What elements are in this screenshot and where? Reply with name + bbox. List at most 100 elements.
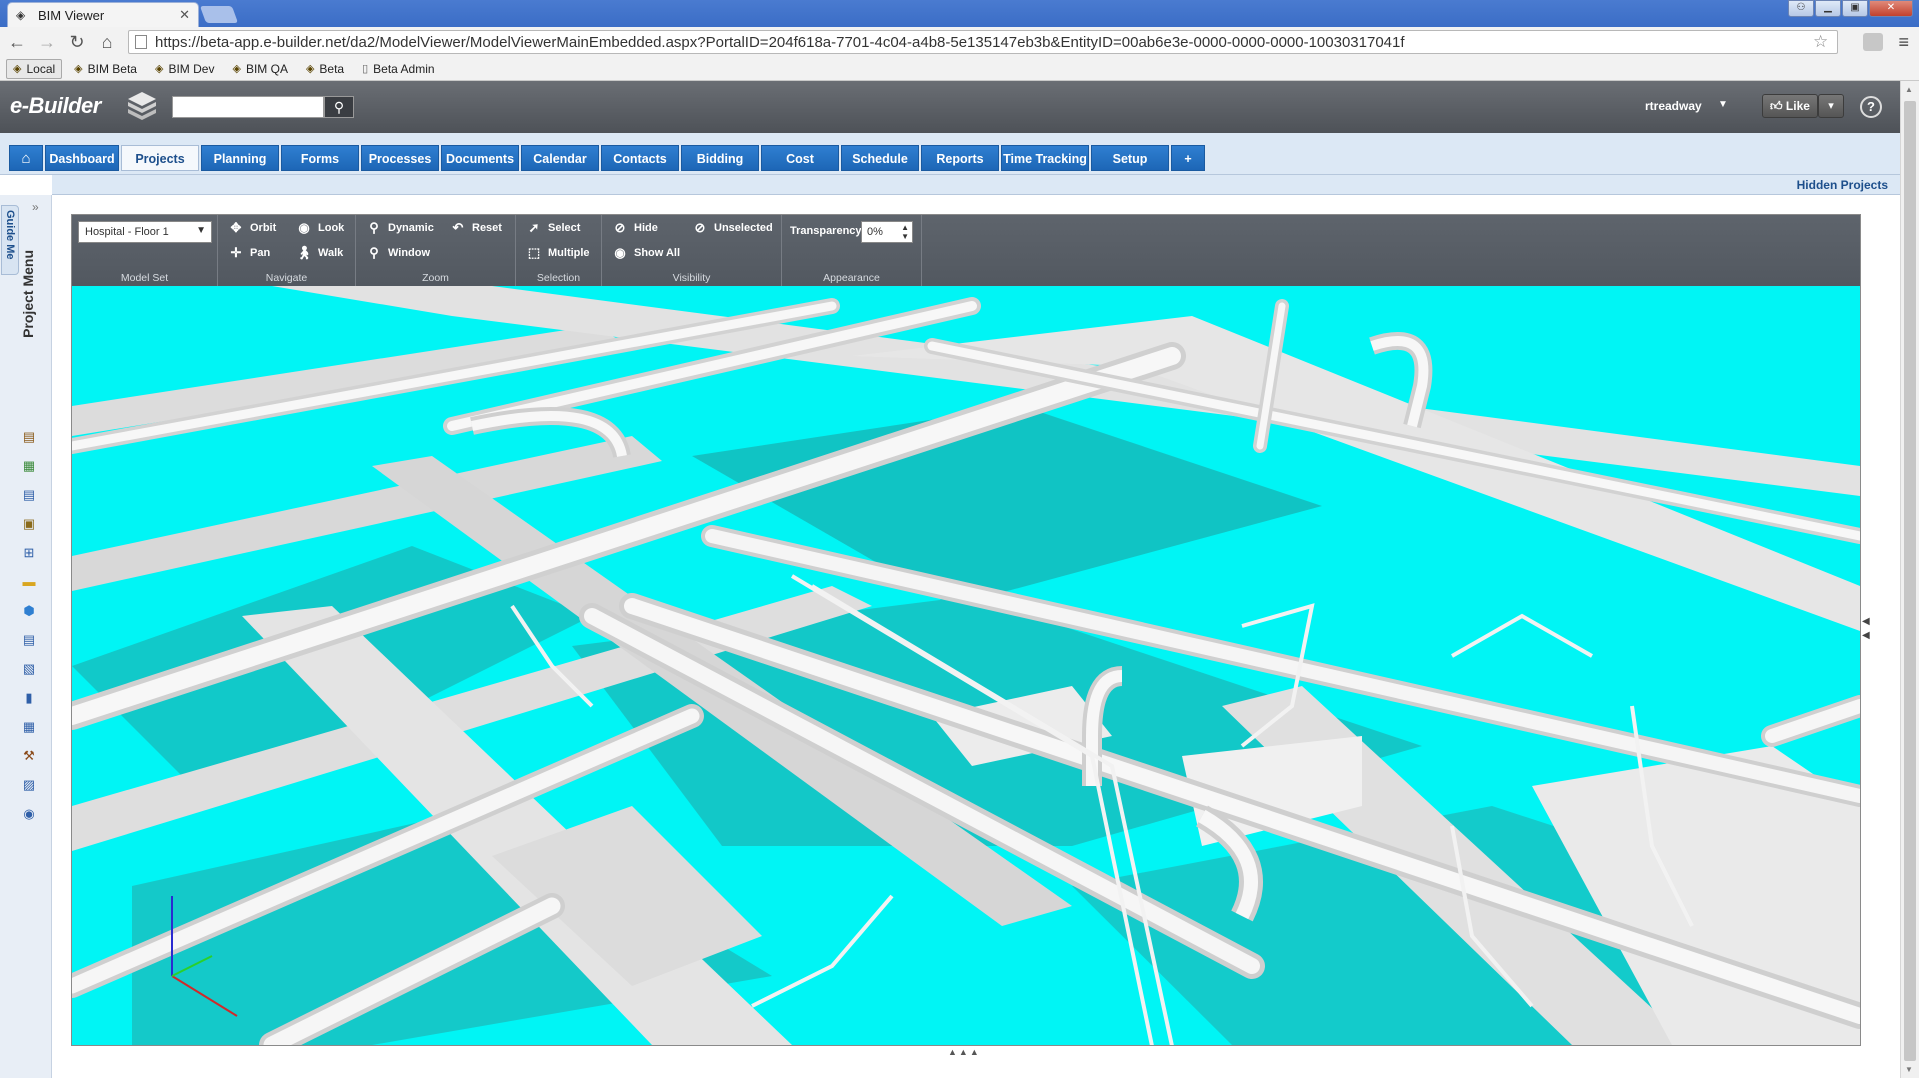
tab-close-icon[interactable]: ✕ (179, 7, 190, 23)
address-bar: ← → ↻ ⌂ https://beta-app.e-builder.net/d… (0, 27, 1919, 57)
cube-icon[interactable]: ⬢ (20, 602, 38, 619)
transparency-value: 0% (867, 226, 883, 238)
reset-button[interactable]: ↶ Reset (450, 220, 502, 236)
bookmark-bim-dev[interactable]: ◈ BIM Dev (149, 60, 220, 78)
forward-icon[interactable]: → (34, 32, 60, 53)
tab-schedule[interactable]: Schedule (841, 145, 919, 171)
clipboard-icon[interactable]: ▤ (20, 428, 38, 445)
minimize-icon[interactable]: ▁ (1815, 0, 1841, 17)
guide-me-tab[interactable]: Guide Me (1, 205, 19, 275)
window-button[interactable]: ⚲ Window (366, 245, 430, 261)
multiple-button[interactable]: ⬚ Multiple (526, 245, 590, 261)
bookmark-label: BIM QA (245, 61, 288, 76)
tab-contacts[interactable]: Contacts (601, 145, 679, 171)
pan-button[interactable]: ✛ Pan (228, 245, 271, 261)
gavel-icon[interactable]: ⚒ (20, 747, 38, 764)
back-icon[interactable]: ← (4, 32, 30, 53)
orbit-button[interactable]: ✥ Orbit (228, 220, 277, 236)
bookmark-label: BIM Beta (87, 61, 137, 76)
tab-cost[interactable]: Cost (761, 145, 839, 171)
group-label: Visibility (672, 272, 711, 284)
tab-forms[interactable]: Forms (281, 145, 359, 171)
cursor-icon: ➚ (528, 220, 540, 235)
chevron-down-icon[interactable]: ▼ (1718, 99, 1728, 110)
transparency-stepper[interactable]: 0% ▲ ▼ (861, 221, 913, 243)
tab-time-tracking[interactable]: Time Tracking (1001, 145, 1089, 171)
scroll-up-icon[interactable]: ▲ (1905, 85, 1913, 94)
app-logo[interactable]: e-Builder (10, 93, 101, 119)
nav-tabs: ⌂ Dashboard Projects Planning Forms Processe… (9, 145, 1205, 171)
tab-dashboard[interactable]: Dashboard (45, 145, 119, 171)
tab-bidding[interactable]: Bidding (681, 145, 759, 171)
expand-icon[interactable]: » (32, 200, 39, 214)
scroll-down-icon[interactable]: ▼ (1905, 1065, 1913, 1074)
hide-unselected-button[interactable]: ⊘ Unselected (692, 220, 773, 236)
tab-planning[interactable]: Planning (201, 145, 279, 171)
show-all-button[interactable]: ◉ Show All (612, 245, 680, 261)
bookmark-beta-admin[interactable]: ▯ Beta Admin (356, 60, 440, 78)
documents-icon[interactable]: ▧ (20, 660, 38, 677)
bookmark-local[interactable]: ◈ Local (6, 58, 63, 79)
new-tab-button[interactable] (199, 6, 239, 23)
help-icon[interactable]: ? (1860, 96, 1882, 118)
tab-documents[interactable]: Documents (441, 145, 519, 171)
tab-setup[interactable]: Setup (1091, 145, 1169, 171)
bookmark-bim-beta[interactable]: ◈ BIM Beta (68, 60, 143, 78)
thumbs-down-icon[interactable]: ▾ (1818, 94, 1844, 118)
side-collapse-icon[interactable]: ◀ ◀ (1862, 615, 1870, 643)
bookmark-beta[interactable]: ◈ Beta (300, 60, 350, 78)
bookmark-star-icon[interactable]: ☆ (1813, 32, 1837, 52)
hide-button[interactable]: ⊘ Hide (612, 220, 658, 236)
home-icon[interactable]: ⌂ (9, 145, 43, 171)
dynamic-button[interactable]: ⚲ Dynamic (366, 220, 434, 236)
scroll-thumb[interactable] (1904, 101, 1916, 1061)
hidden-projects-link[interactable]: Hidden Projects (1797, 178, 1888, 192)
project-menu-label[interactable]: Project Menu (20, 250, 36, 338)
search-icon[interactable]: ⚲ (324, 96, 354, 118)
bookmark-bim-qa[interactable]: ◈ BIM QA (226, 60, 293, 78)
report-icon[interactable]: ▨ (20, 776, 38, 793)
book-icon[interactable]: ▮ (20, 689, 38, 706)
reload-icon[interactable]: ↻ (64, 32, 90, 53)
spinner-arrows-icon[interactable]: ▲ ▼ (901, 223, 909, 241)
tab-projects[interactable]: Projects (121, 145, 199, 171)
extension-icon[interactable] (1863, 33, 1883, 51)
clipboard-check-icon[interactable]: ▣ (20, 515, 38, 532)
model-set-group: Hospital - Floor 1 ▼ Model Set (72, 215, 218, 286)
model-set-select[interactable]: Hospital - Floor 1 ▼ (78, 221, 212, 243)
page-favicon-icon: ◈ (16, 8, 26, 22)
org-chart-icon[interactable]: ⊞ (20, 544, 38, 561)
table-icon[interactable]: ▦ (20, 718, 38, 735)
maximize-icon[interactable]: ▣ (1842, 0, 1868, 17)
like-button[interactable]: 👍︎ Like (1762, 94, 1818, 118)
globe-icon[interactable]: ◉ (20, 805, 38, 822)
folder-icon[interactable]: ▬ (20, 573, 38, 590)
collapse-up-icon[interactable]: ▲▲▲ (948, 1047, 981, 1057)
walk-button[interactable]: 🚶︎ Walk (296, 245, 343, 261)
model-render[interactable] (72, 286, 1860, 1045)
browser-menu-icon[interactable]: ≡ (1898, 32, 1909, 53)
add-tab-button[interactable]: + (1171, 145, 1205, 171)
model-canvas[interactable] (72, 286, 1860, 1045)
calendar-icon[interactable]: ▤ (20, 486, 38, 503)
bookmark-label: BIM Dev (168, 61, 215, 76)
url-text[interactable]: https://beta-app.e-builder.net/da2/Model… (155, 34, 1813, 51)
look-button[interactable]: ◉ Look (296, 220, 344, 236)
tab-reports[interactable]: Reports (921, 145, 999, 171)
window-user-icon[interactable]: ⚇ (1788, 0, 1814, 17)
tab-calendar[interactable]: Calendar (521, 145, 599, 171)
home-icon[interactable]: ⌂ (94, 32, 120, 53)
search-input[interactable] (172, 96, 324, 118)
zoom-dynamic-icon: ⚲ (369, 220, 379, 235)
form-icon[interactable]: ▤ (20, 631, 38, 648)
browser-tab[interactable]: ◈ BIM Viewer ✕ (7, 2, 199, 27)
page-scrollbar[interactable]: ▲ ▼ (1900, 81, 1919, 1078)
close-window-icon[interactable]: ✕ (1869, 0, 1913, 17)
tab-processes[interactable]: Processes (361, 145, 439, 171)
bookmark-icon: ◈ (13, 63, 22, 75)
url-field[interactable]: https://beta-app.e-builder.net/da2/Model… (128, 30, 1838, 54)
select-button[interactable]: ➚ Select (526, 220, 581, 236)
pan-label: Pan (250, 247, 271, 259)
user-name[interactable]: rtreadway (1645, 99, 1702, 113)
spreadsheet-icon[interactable]: ▦ (20, 457, 38, 474)
